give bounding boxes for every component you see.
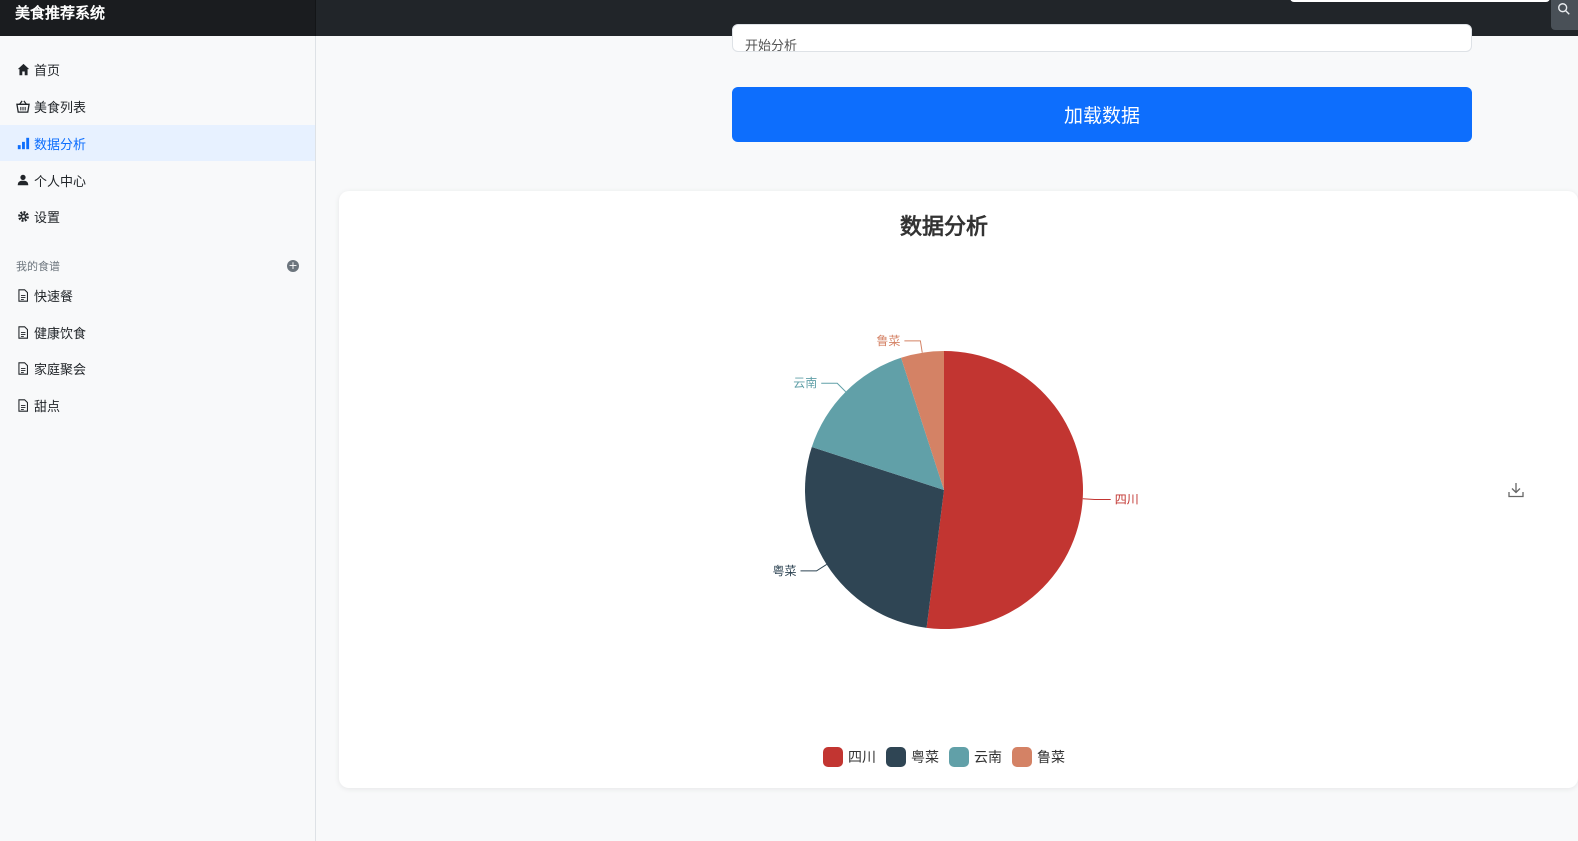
download-icon[interactable] <box>1507 481 1525 499</box>
legend-item[interactable]: 云南 <box>949 747 1002 767</box>
legend-label: 云南 <box>974 750 1002 766</box>
legend-swatch <box>823 747 843 767</box>
slice-label: 四川 <box>1115 492 1139 506</box>
slice-label: 粤菜 <box>772 563 796 578</box>
file-icon <box>16 325 30 339</box>
main-content: 开始分析 加载数据 数据分析 四川 粤菜 云南 鲁菜 四川 粤菜 云南 鲁菜 <box>316 24 1578 841</box>
sidebar-item-recipe-healthy[interactable]: 健康饮食 <box>0 314 315 350</box>
slice-label: 鲁菜 <box>876 334 900 348</box>
sidebar-item-label: 设置 <box>34 210 61 226</box>
sidebar-item-recipe-quick-meal[interactable]: 快速餐 <box>0 277 315 313</box>
sidebar-item-label: 甜点 <box>34 399 61 415</box>
plus-circle-icon[interactable]: + <box>287 260 299 272</box>
sidebar-item-data-analysis[interactable]: 数据分析 <box>0 125 315 161</box>
bar-chart-icon <box>16 136 30 150</box>
section-heading-my-recipes: 我的食谱 <box>16 260 60 273</box>
home-icon <box>16 62 30 76</box>
app-title: 美食推荐系统 <box>15 4 106 22</box>
sidebar-item-settings[interactable]: 设置 <box>0 198 315 234</box>
legend-item[interactable]: 鲁菜 <box>1012 747 1065 767</box>
sidebar-item-label: 美食列表 <box>34 100 87 116</box>
legend-label: 鲁菜 <box>1037 750 1065 766</box>
search-button[interactable] <box>1551 0 1578 30</box>
legend-swatch <box>949 747 969 767</box>
label-leader-line <box>1082 498 1111 500</box>
file-icon <box>16 288 30 302</box>
legend-label: 粤菜 <box>911 750 939 766</box>
load-data-button[interactable]: 加载数据 <box>732 87 1472 142</box>
label-leader-line <box>800 564 827 572</box>
file-icon <box>16 361 30 375</box>
legend-label: 四川 <box>848 750 876 766</box>
analysis-field[interactable]: 开始分析 <box>732 24 1472 52</box>
sidebar-item-recipe-family[interactable]: 家庭聚会 <box>0 350 315 386</box>
label-leader-line <box>904 340 923 353</box>
legend-swatch <box>1012 747 1032 767</box>
sidebar-item-home[interactable]: 首页 <box>0 51 315 87</box>
legend-item[interactable]: 粤菜 <box>886 747 939 767</box>
sidebar-item-label: 健康饮食 <box>34 326 87 342</box>
search-icon <box>1558 3 1570 15</box>
sidebar-item-food-list[interactable]: 美食列表 <box>0 88 315 124</box>
chart-legend: 四川 粤菜 云南 鲁菜 <box>339 747 1549 767</box>
gear-icon <box>16 209 30 223</box>
brand[interactable]: 美食推荐系统 <box>0 0 316 36</box>
sidebar-item-profile[interactable]: 个人中心 <box>0 162 315 198</box>
basket-icon <box>16 99 30 113</box>
legend-swatch <box>886 747 906 767</box>
pie-slice[interactable] <box>926 351 1084 629</box>
sidebar-item-label: 快速餐 <box>34 289 74 305</box>
slice-label: 云南 <box>793 375 817 390</box>
sidebar-item-recipe-dessert[interactable]: 甜点 <box>0 387 315 423</box>
file-icon <box>16 398 30 412</box>
person-icon <box>16 173 30 187</box>
pie-chart: 四川粤菜 云南 鲁菜 <box>772 334 1139 629</box>
sidebar: 首页 美食列表 数据分析 个人中心 设置 我的食谱 + 快速餐 健康饮食 家庭聚… <box>0 36 316 841</box>
sidebar-item-label: 首页 <box>34 63 61 79</box>
label-leader-line <box>821 382 847 393</box>
chart-card: 数据分析 四川 粤菜 云南 鲁菜 四川 粤菜 云南 鲁菜 <box>339 191 1578 788</box>
sidebar-item-label: 数据分析 <box>34 137 87 153</box>
legend-item[interactable]: 四川 <box>823 747 876 767</box>
sidebar-item-label: 个人中心 <box>34 174 87 190</box>
search-input[interactable] <box>1290 0 1550 2</box>
sidebar-item-label: 家庭聚会 <box>34 362 87 378</box>
